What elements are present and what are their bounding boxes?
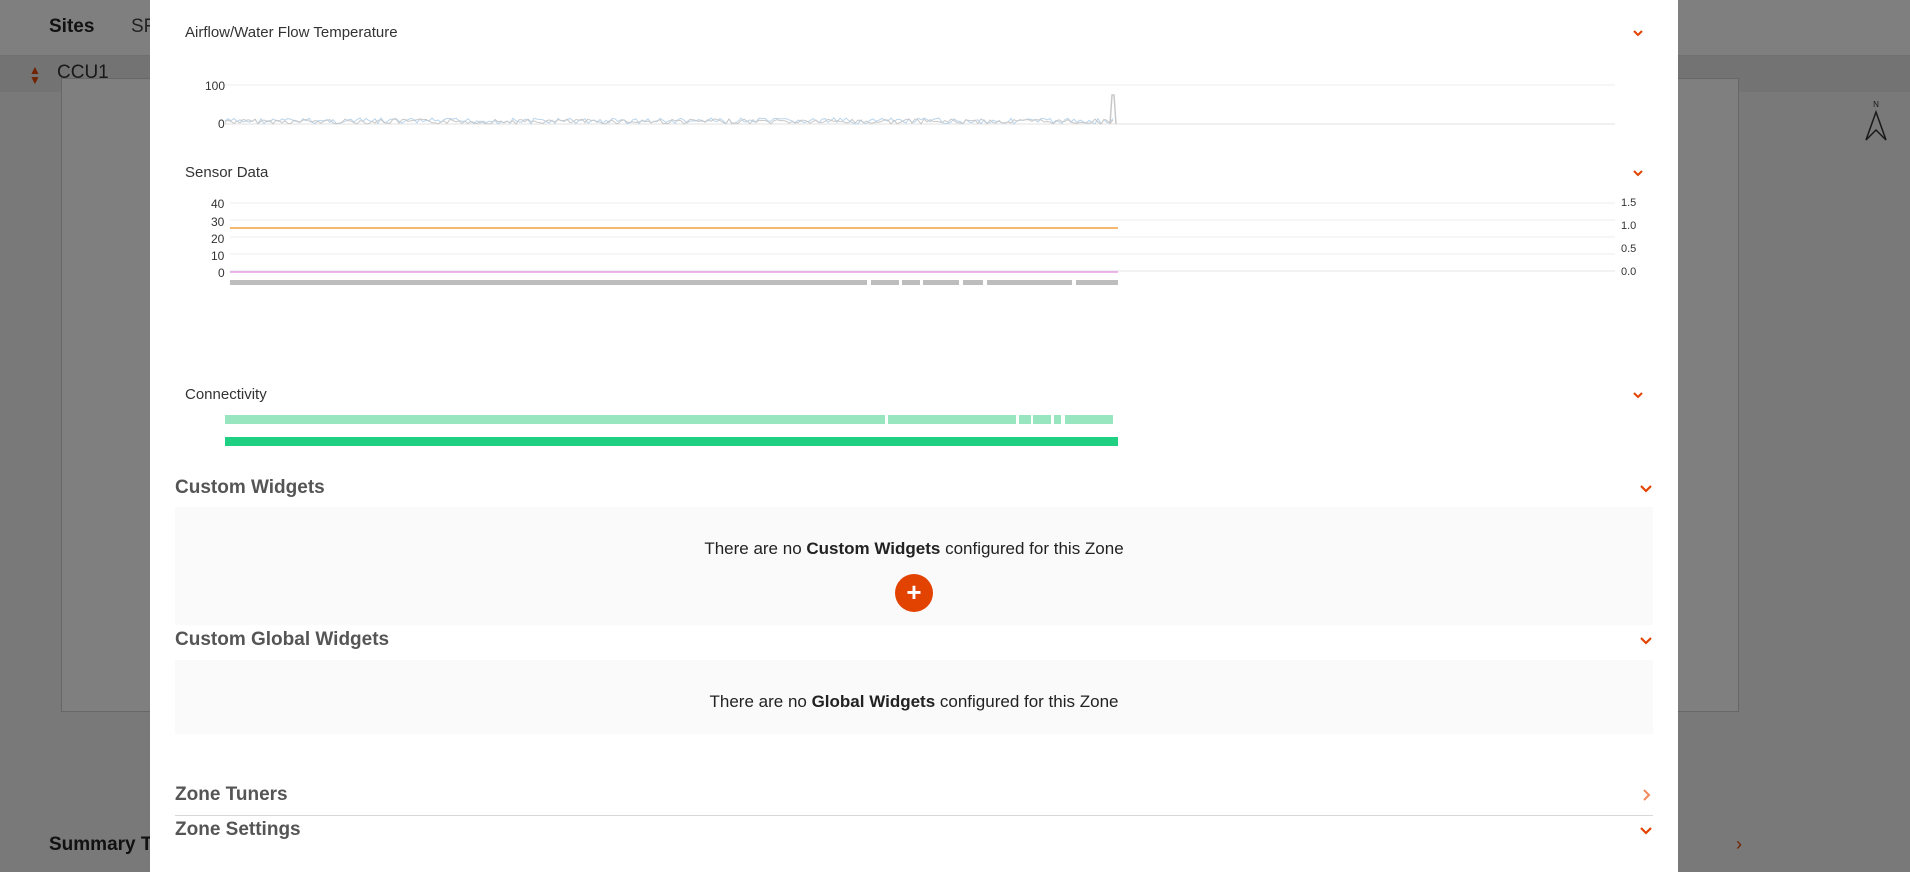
airflow-ytick-100: 100 — [205, 79, 226, 93]
plus-icon: + — [906, 577, 922, 607]
sensor-chart — [230, 202, 1615, 285]
sensor-ltick-0: 0 — [218, 266, 225, 280]
conn-light-1 — [225, 415, 885, 424]
airflow-chart — [225, 84, 1615, 125]
sensor-bar-5 — [963, 280, 983, 285]
sensor-ltick-10: 10 — [211, 249, 225, 263]
divider — [175, 815, 1653, 816]
custom-widgets-empty: There are no Custom Widgets configured f… — [175, 507, 1653, 625]
conn-light-3 — [1019, 415, 1031, 424]
conn-dark — [225, 437, 1118, 446]
sensor-title: Sensor Data — [185, 164, 269, 181]
zone-tuners-title[interactable]: Zone Tuners — [175, 784, 288, 806]
connectivity-title: Connectivity — [185, 386, 267, 403]
airflow-title: Airflow/Water Flow Temperature — [185, 24, 398, 41]
global-widgets-empty: There are no Global Widgets configured f… — [175, 660, 1653, 734]
sensor-bar-3 — [902, 280, 920, 285]
airflow-series-gray — [225, 118, 1114, 125]
zone-settings-title[interactable]: Zone Settings — [175, 819, 301, 841]
sensor-ltick-20: 20 — [211, 232, 225, 246]
sensor-bar-1 — [230, 280, 867, 285]
sensor-rtick-0.5: 0.5 — [1621, 243, 1637, 255]
chevron-down-icon[interactable] — [1630, 25, 1646, 41]
conn-light-2 — [888, 415, 1016, 424]
sensor-rtick-1.0: 1.0 — [1621, 220, 1637, 232]
chevron-down-icon[interactable] — [1638, 632, 1654, 648]
connectivity-chart — [225, 415, 1118, 446]
sensor-ltick-40: 40 — [211, 197, 225, 211]
chevron-down-icon[interactable] — [1630, 165, 1646, 181]
chevron-right-icon[interactable] — [1638, 787, 1654, 803]
custom-widgets-empty-text: There are no Custom Widgets configured f… — [704, 539, 1124, 558]
sensor-bar-6 — [987, 280, 1072, 285]
zone-details-modal: Airflow/Water Flow Temperature 100 0 Sen… — [150, 0, 1678, 872]
sensor-bar-4 — [923, 280, 959, 285]
conn-light-5 — [1054, 415, 1061, 424]
sensor-rtick-1.5: 1.5 — [1621, 197, 1637, 209]
airflow-ytick-0: 0 — [218, 117, 225, 131]
global-widgets-title[interactable]: Custom Global Widgets — [175, 629, 389, 651]
airflow-spike — [1109, 94, 1117, 125]
custom-widgets-title[interactable]: Custom Widgets — [175, 477, 325, 499]
global-widgets-empty-text: There are no Global Widgets configured f… — [709, 692, 1119, 711]
conn-light-4 — [1033, 415, 1051, 424]
sensor-ltick-30: 30 — [211, 215, 225, 229]
chevron-down-icon[interactable] — [1630, 387, 1646, 403]
sensor-rtick-0.0: 0.0 — [1621, 266, 1637, 278]
conn-light-6 — [1065, 415, 1113, 424]
chevron-down-icon[interactable] — [1638, 480, 1654, 496]
chevron-down-icon[interactable] — [1638, 822, 1654, 838]
sensor-bar-7 — [1076, 280, 1118, 285]
add-custom-widget-button[interactable]: + — [895, 574, 933, 612]
sensor-bar-2 — [871, 280, 899, 285]
